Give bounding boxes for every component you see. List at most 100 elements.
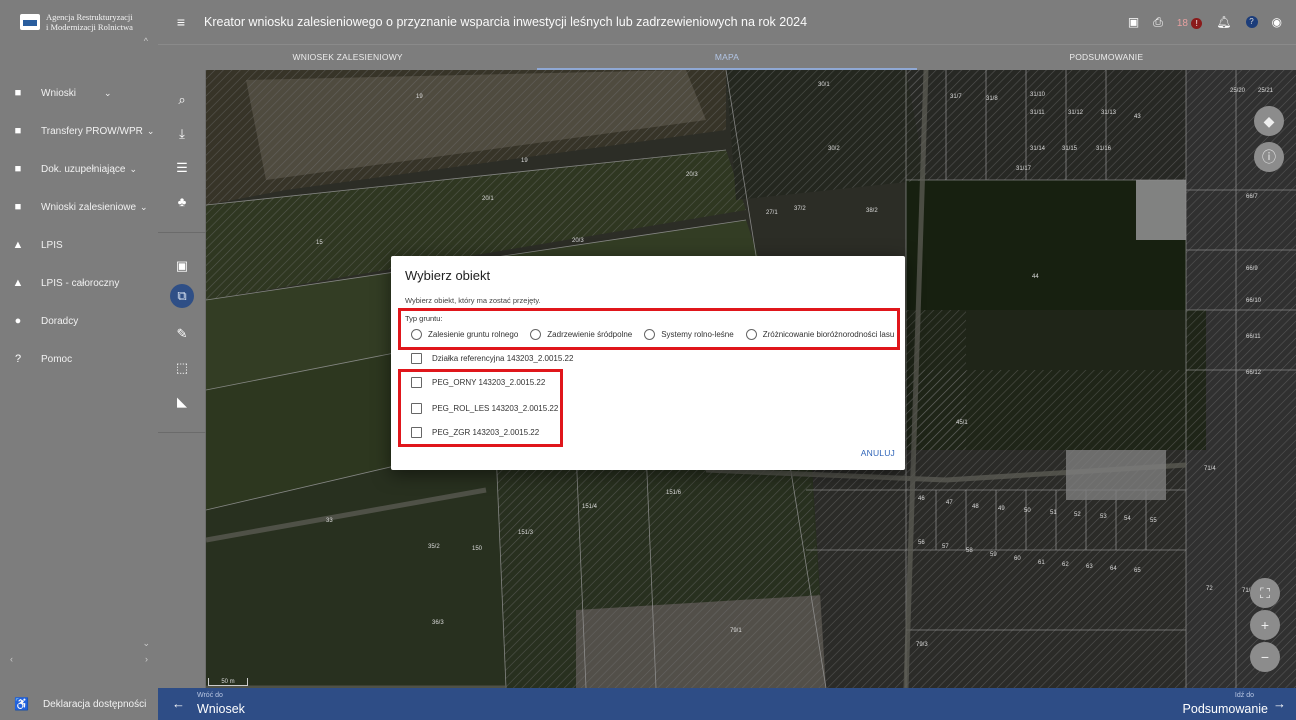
select-object-dialog: Wybierz obiekt Wybierz obiekt, który ma … <box>391 256 905 470</box>
briefcase-icon: ■ <box>14 87 22 99</box>
radio-button[interactable] <box>644 329 656 340</box>
next-button[interactable]: Podsumowanie <box>1183 702 1268 716</box>
checkbox[interactable] <box>411 353 422 364</box>
parcel-label: 62 <box>1062 562 1069 568</box>
ground-type-label: Typ gruntu: <box>405 314 443 323</box>
layers-icon[interactable]: ◆ <box>1254 106 1284 136</box>
radio-systemy-rolno-lesne[interactable]: Systemy rolno-leśne <box>644 329 734 340</box>
print-icon[interactable]: ⎙ <box>1153 15 1163 30</box>
measure-icon[interactable]: ◣ <box>170 390 194 414</box>
help-icon: ? <box>14 353 22 365</box>
radio-button[interactable] <box>530 329 542 340</box>
parcel-label: 15 <box>316 240 323 246</box>
radio-button[interactable] <box>411 329 422 340</box>
parcel-label: 30/1 <box>818 82 830 88</box>
parcel-label: 52 <box>1074 512 1081 518</box>
parcel-label: 151/4 <box>582 504 598 510</box>
download-icon[interactable]: ⤓ <box>170 122 194 146</box>
briefcase-icon: ■ <box>14 201 22 213</box>
sidebar-item-pomoc[interactable]: ? Pomoc <box>0 340 158 378</box>
zoom-in-icon[interactable]: + <box>1250 610 1280 640</box>
zoom-out-icon[interactable]: − <box>1250 642 1280 672</box>
parcel-label: 31/8 <box>986 96 998 102</box>
parcel-label: 64 <box>1110 566 1117 572</box>
checkbox-row-peg-zgr[interactable]: PEG_ZGR 143203_2.0015.22 <box>411 427 539 438</box>
sidebar-scroll-down-icon[interactable]: ⌄ <box>142 638 150 649</box>
radio-label: Zalesienie gruntu rolnego <box>428 330 519 339</box>
sidebar-item-wnioski-zalesieniowe[interactable]: ■ Wnioski zalesieniowe ⌄ <box>0 188 158 226</box>
radio-button[interactable] <box>745 329 757 340</box>
scroll-right-icon[interactable]: › <box>145 654 148 666</box>
account-icon[interactable]: ◉ <box>1272 15 1282 29</box>
checkbox[interactable] <box>411 377 422 388</box>
notifications-counter[interactable]: 18 ! <box>1177 15 1203 29</box>
checkbox-row-dzialka-referencyjna[interactable]: Działka referencyjna 143203_2.0015.22 <box>411 353 573 364</box>
sidebar-nav: ■ Wnioski ⌄ ■ Transfery PROW/WPR ⌄ ■ Dok… <box>0 74 158 378</box>
parcel-label: 56 <box>918 540 925 546</box>
next-arrow-icon[interactable]: → <box>1273 696 1286 711</box>
sidebar-item-dok-uzupelniajace[interactable]: ■ Dok. uzupełniające ⌄ <box>0 150 158 188</box>
parcel-label: 19 <box>521 158 528 164</box>
chevron-down-icon: ⌄ <box>146 125 155 136</box>
save-icon[interactable]: ▣ <box>1128 15 1139 29</box>
cancel-button[interactable]: ANULUJ <box>861 448 895 458</box>
bell-icon[interactable]: 🔔︎ <box>1216 15 1231 29</box>
radio-label: Systemy rolno-leśne <box>661 330 734 339</box>
agency-logo[interactable]: Agencja Restrukturyzacji i Modernizacji … <box>0 0 158 44</box>
sidebar-item-transfery[interactable]: ■ Transfery PROW/WPR ⌄ <box>0 112 158 150</box>
parcel-label: 25/21 <box>1258 88 1274 94</box>
hamburger-menu-icon[interactable]: ≡ <box>158 14 204 30</box>
sidebar-item-wnioski[interactable]: ■ Wnioski ⌄ <box>0 74 158 112</box>
forest-icon[interactable]: ♣ <box>170 190 194 214</box>
accessibility-declaration-link[interactable]: ♿ Deklaracja dostępności <box>0 688 158 720</box>
bottom-navigation: ← Wróć do Wniosek Idź do Podsumowanie → <box>158 688 1296 720</box>
back-arrow-icon[interactable]: ← <box>172 696 185 711</box>
take-object-icon[interactable]: ⧉ <box>170 284 194 308</box>
select-area-icon[interactable]: ▣ <box>170 254 194 278</box>
parcel-label: 150 <box>472 546 483 552</box>
person-icon: ● <box>14 315 22 327</box>
sidebar-item-doradcy[interactable]: ● Doradcy <box>0 302 158 340</box>
rectangle-select-icon[interactable]: ⬚ <box>170 356 194 380</box>
map-scale-bar: 50 m <box>208 678 248 686</box>
tab-mapa[interactable]: MAPA <box>537 45 917 70</box>
radio-zroznicowanie[interactable]: Zróżnicowanie bioróżnorodności lasu <box>745 329 894 340</box>
parcel-label: 37/2 <box>794 206 806 212</box>
parcel-label: 57 <box>942 544 949 550</box>
radio-zadrzewienie[interactable]: Zadrzewienie śródpolne <box>530 329 632 340</box>
sidebar-scroll-up-icon[interactable]: ^ <box>144 36 148 46</box>
parcel-label: 36/3 <box>432 620 444 626</box>
parcel-label: 61 <box>1038 560 1045 566</box>
back-button[interactable]: Wniosek <box>197 702 245 716</box>
scroll-left-icon[interactable]: ‹ <box>10 654 13 666</box>
sidebar-item-lpis[interactable]: ▲ LPIS <box>0 226 158 264</box>
sidebar-item-label: Wnioski <box>41 87 77 99</box>
parcel-label: 63 <box>1086 564 1093 570</box>
checkbox-row-peg-rol-les[interactable]: PEG_ROL_LES 143203_2.0015.22 <box>411 403 558 414</box>
list-icon[interactable]: ☰ <box>170 156 194 180</box>
info-icon[interactable]: ⓘ <box>1254 142 1284 172</box>
checkbox-row-peg-orny[interactable]: PEG_ORNY 143203_2.0015.22 <box>411 377 545 388</box>
sidebar-item-label: LPIS - całoroczny <box>41 277 120 289</box>
parcel-label: 31/12 <box>1068 110 1084 116</box>
parcel-label: 60 <box>1014 556 1021 562</box>
tab-wniosek-zalesieniowy[interactable]: WNIOSEK ZALESIENIOWY <box>158 45 537 70</box>
checkbox[interactable] <box>411 403 422 414</box>
sidebar-horizontal-scrollbar[interactable]: ‹ › <box>0 654 158 666</box>
help-icon[interactable]: ? <box>1245 16 1258 28</box>
radio-zalesienie[interactable]: Zalesienie gruntu rolnego <box>411 329 518 340</box>
parcel-label: 66/10 <box>1246 298 1262 304</box>
search-icon[interactable]: ⌕ <box>170 88 194 112</box>
toolbar-divider <box>158 432 206 433</box>
parcel-label: 66/11 <box>1246 334 1261 340</box>
parcel-label: 31/13 <box>1101 110 1117 116</box>
parcel-label: 58 <box>966 548 973 554</box>
pencil-icon[interactable]: ✎ <box>170 322 194 346</box>
parcel-label: 25/20 <box>1230 88 1246 94</box>
parcel-label: 49 <box>998 506 1005 512</box>
sidebar-item-lpis-caloroczny[interactable]: ▲ LPIS - całoroczny <box>0 264 158 302</box>
fullscreen-icon[interactable]: ⛶ <box>1250 578 1280 608</box>
checkbox[interactable] <box>411 427 422 438</box>
tab-podsumowanie[interactable]: PODSUMOWANIE <box>917 45 1296 70</box>
sidebar-item-label: Transfery PROW/WPR <box>41 125 143 137</box>
